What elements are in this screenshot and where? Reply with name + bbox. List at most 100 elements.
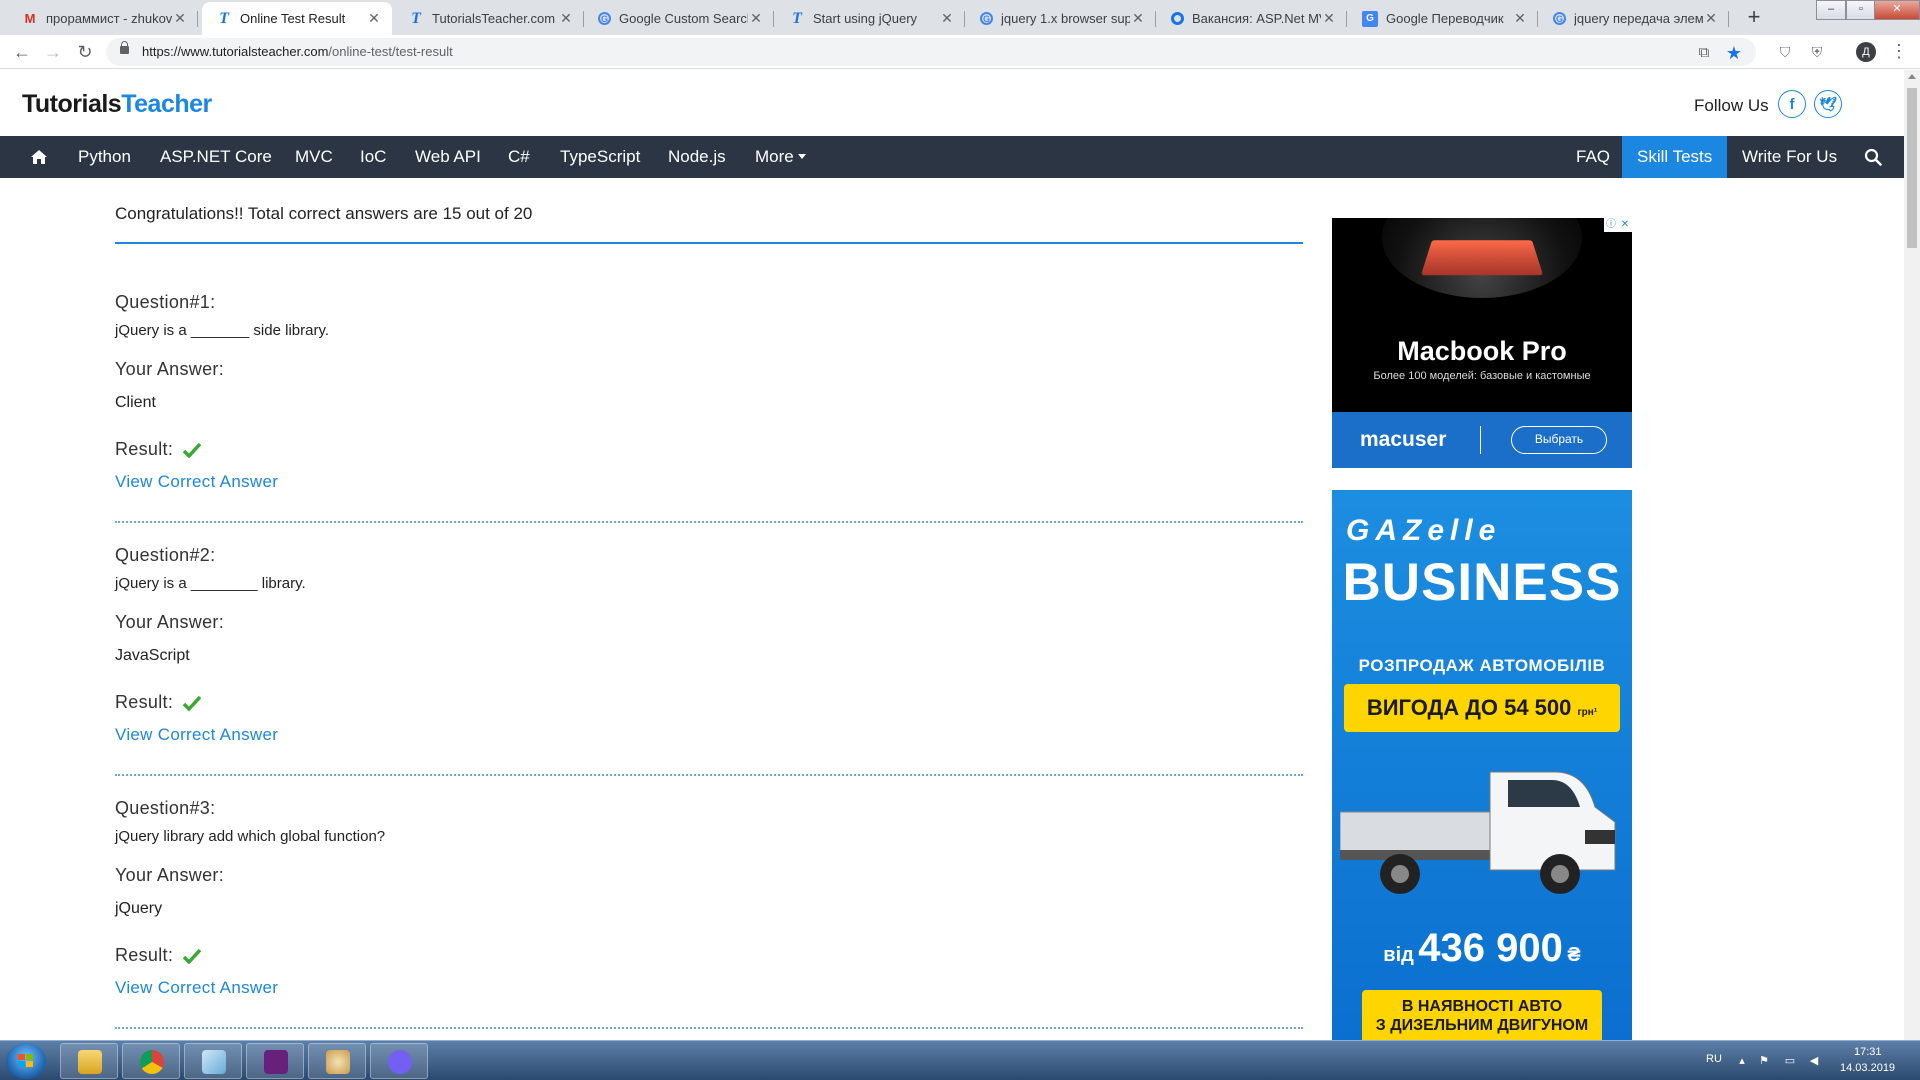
minimize-button[interactable]: – — [1816, 0, 1846, 20]
nav-csharp[interactable]: C# — [508, 136, 530, 178]
reload-icon[interactable]: ↻ — [73, 40, 97, 64]
clock-time[interactable]: 17:31 — [1854, 1046, 1882, 1058]
start-button[interactable] — [6, 1043, 46, 1079]
close-icon[interactable]: ✕ — [1321, 10, 1337, 27]
nav-typescript[interactable]: TypeScript — [560, 136, 640, 178]
tab-title: прораммист - zhukov1 — [46, 11, 172, 26]
nav-write-for-us[interactable]: Write For Us — [1742, 136, 1837, 178]
close-icon[interactable]: ✕ — [172, 10, 188, 27]
url-text[interactable]: https://www.tutorialsteacher.com/online-… — [142, 44, 453, 59]
ad-choose-button[interactable]: Выбрать — [1511, 426, 1607, 454]
tutorialsteacher-icon: T — [792, 9, 802, 27]
twitter-icon[interactable]: 🕊 — [1814, 90, 1842, 118]
your-answer-label: Your Answer: — [115, 865, 224, 885]
tab-start-using-jquery[interactable]: T Start using jQuery ✕ — [775, 2, 965, 35]
taskbar-notepad[interactable] — [184, 1043, 242, 1079]
paint-icon — [326, 1050, 350, 1074]
nav-faq[interactable]: FAQ — [1576, 136, 1610, 178]
tab-vacancy[interactable]: Вакансия: ASP.Net MVC ✕ — [1157, 2, 1347, 35]
adchoices-icon[interactable]: ⓘ — [1604, 218, 1618, 232]
tab-google-custom-search[interactable]: G Google Custom Search ✕ — [584, 2, 774, 35]
nav-python[interactable]: Python — [78, 136, 131, 178]
home-icon[interactable] — [30, 149, 48, 165]
google-icon: G — [980, 12, 993, 25]
volume-icon[interactable]: ◀ — [1808, 1055, 1820, 1067]
viber-icon — [388, 1050, 412, 1074]
close-icon[interactable]: ✕ — [558, 10, 574, 27]
extension-shield-icon[interactable]: ⛉ — [1776, 43, 1794, 61]
view-correct-answer-link[interactable]: View Correct Answer — [115, 725, 278, 745]
ad-stock-line2: З ДИЗЕЛЬНИМ ДВИГУНОМ — [1375, 1017, 1589, 1034]
tab-gmail[interactable]: M прораммист - zhukov1 ✕ — [8, 2, 198, 35]
scrollbar-thumb[interactable] — [1907, 88, 1917, 248]
taskbar-paint[interactable] — [308, 1043, 366, 1079]
close-icon[interactable]: ✕ — [748, 10, 764, 27]
tab-jquery-element[interactable]: G jquery передача элеме ✕ — [1539, 2, 1729, 35]
view-correct-answer-link[interactable]: View Correct Answer — [115, 978, 278, 998]
new-tab-button[interactable]: + — [1740, 4, 1768, 32]
tab-title: Вакансия: ASP.Net MVC — [1192, 11, 1321, 26]
question-block-1: Question#1: jQuery is a _______ side lib… — [115, 292, 1303, 545]
main-navbar: Python ASP.NET Core MVC IoC Web API C# T… — [0, 136, 1904, 178]
page-scrollbar[interactable] — [1904, 70, 1920, 1040]
ad-close-icon[interactable]: ✕ — [1618, 218, 1632, 232]
address-bar[interactable]: https://www.tutorialsteacher.com/online-… — [106, 38, 1756, 66]
clock-date[interactable]: 14.03.2019 — [1840, 1062, 1895, 1074]
close-icon[interactable]: ✕ — [939, 10, 955, 27]
nav-more-dropdown[interactable]: More — [755, 136, 806, 178]
nav-mvc[interactable]: MVC — [295, 136, 333, 178]
follow-us-label: Follow Us — [1694, 96, 1769, 115]
menu-dots-icon[interactable]: ⋮ — [1890, 40, 1908, 62]
facebook-icon[interactable]: f — [1778, 90, 1806, 118]
action-center-flag-icon[interactable]: ⚑ — [1758, 1055, 1770, 1067]
tab-tutorialsteacher[interactable]: T TutorialsTeacher.com ✕ — [394, 2, 584, 35]
window-close-button[interactable]: ✕ — [1874, 0, 1920, 20]
check-icon — [183, 948, 201, 964]
result-label: Result: — [115, 945, 174, 965]
question-title: Question#2: — [115, 545, 216, 565]
taskbar-explorer[interactable] — [60, 1043, 118, 1079]
back-icon[interactable]: ← — [10, 40, 34, 64]
ad-gazelle[interactable]: GAZelle BUSINESS РОЗПРОДАЖ АВТОМОБІЛІВ В… — [1332, 490, 1632, 1040]
nav-nodejs[interactable]: Node.js — [668, 136, 726, 178]
tab-title: TutorialsTeacher.com — [432, 11, 556, 26]
tab-title: jquery 1.x browser supp — [1001, 11, 1130, 26]
result-label: Result: — [115, 439, 174, 459]
nav-web-api[interactable]: Web API — [415, 136, 481, 178]
close-icon[interactable]: ✕ — [1130, 10, 1146, 27]
tab-google-translate[interactable]: G Google Переводчик ✕ — [1348, 2, 1538, 35]
extension-adblock-icon[interactable]: ⛨ — [1808, 43, 1826, 61]
tab-jquery-browser-support[interactable]: G jquery 1.x browser supp ✕ — [966, 2, 1156, 35]
language-indicator[interactable]: RU — [1706, 1053, 1722, 1065]
summary-divider — [115, 242, 1303, 244]
ad-price: від 436 900 ₴ — [1332, 926, 1632, 971]
translate-icon[interactable]: ⧉ — [1694, 43, 1714, 63]
close-icon[interactable]: ✕ — [1512, 10, 1528, 27]
scroll-up-arrow-icon[interactable] — [1908, 74, 1916, 79]
close-icon[interactable]: ✕ — [366, 10, 382, 27]
taskbar-viber[interactable] — [370, 1043, 428, 1079]
ad-price-prefix: від — [1383, 944, 1414, 966]
folder-icon — [78, 1050, 102, 1074]
search-icon[interactable] — [1864, 148, 1882, 166]
nav-ioc[interactable]: IoC — [360, 136, 386, 178]
nav-skill-tests[interactable]: Skill Tests — [1622, 136, 1728, 178]
ad-stock-line1: В НАЯВНОСТІ АВТО — [1401, 998, 1563, 1015]
ad-headline: BUSINESS — [1342, 553, 1622, 612]
tray-expand-icon[interactable]: ▴ — [1736, 1055, 1748, 1067]
profile-avatar[interactable]: Д — [1856, 42, 1876, 62]
taskbar-chrome[interactable] — [122, 1043, 180, 1079]
nav-aspnet-core[interactable]: ASP.NET Core — [160, 136, 272, 178]
close-icon[interactable]: ✕ — [1703, 10, 1719, 27]
forward-icon[interactable]: → — [41, 40, 65, 64]
network-icon[interactable]: ▭ — [1784, 1055, 1796, 1067]
site-logo[interactable]: TutorialsTeacher — [22, 90, 212, 119]
bookmark-star-icon[interactable]: ★ — [1724, 43, 1744, 63]
tab-online-test-result[interactable]: T Online Test Result ✕ — [202, 2, 392, 35]
taskbar-visual-studio[interactable] — [246, 1043, 304, 1079]
ad-benefit-text: ВИГОДА ДО 54 500 — [1366, 695, 1572, 720]
ad-macbook[interactable]: Macbook Pro Более 100 моделей: базовые и… — [1332, 218, 1632, 468]
maximize-button[interactable]: ▫ — [1846, 0, 1876, 20]
view-correct-answer-link[interactable]: View Correct Answer — [115, 472, 278, 492]
ad-price-currency: ₴ — [1567, 944, 1581, 966]
